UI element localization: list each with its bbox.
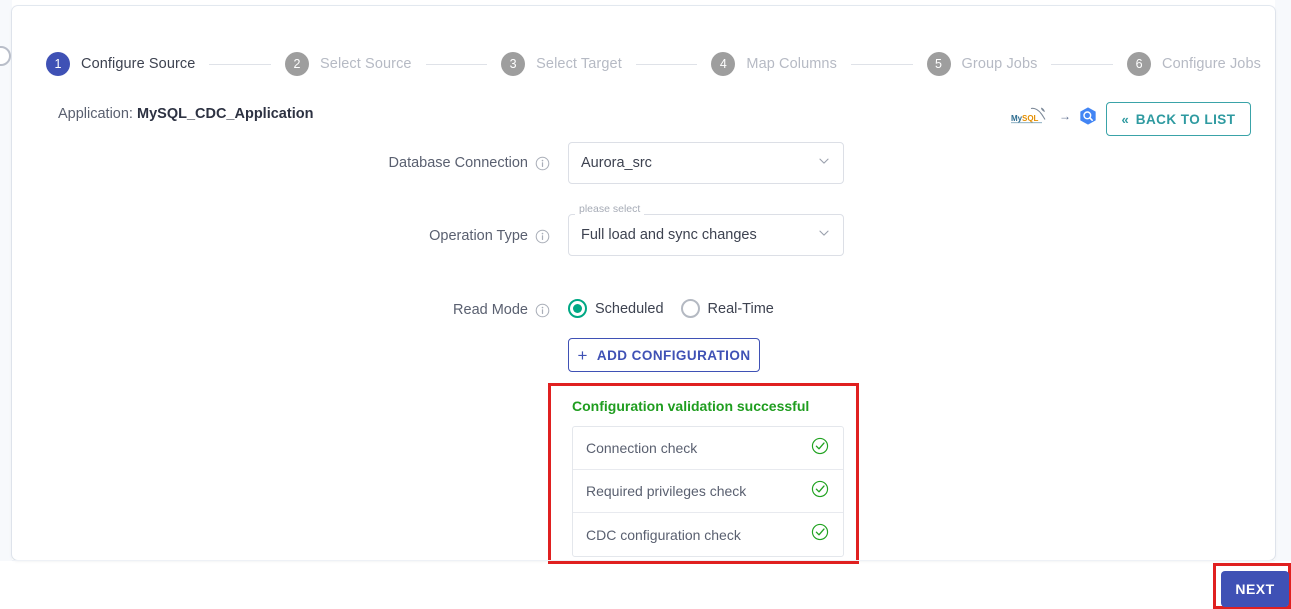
add-configuration-button[interactable]: + ADD CONFIGURATION	[568, 338, 760, 372]
svg-text:SQL: SQL	[1022, 114, 1039, 123]
step-connector-2	[425, 63, 488, 65]
operation-type-select[interactable]: Full load and sync changes	[568, 214, 844, 256]
step-connector-3	[635, 63, 698, 65]
radio-scheduled-label: Scheduled	[595, 300, 664, 317]
application-title: Application: MySQL_CDC_Application	[58, 106, 313, 122]
validation-row-label: Connection check	[586, 440, 698, 456]
step-connector-4	[850, 63, 913, 65]
database-connection-select[interactable]: Aurora_src	[568, 142, 844, 184]
step-number-4: 4	[711, 52, 736, 76]
check-circle-icon	[811, 437, 829, 460]
database-connection-label-group: Database Connection	[370, 153, 550, 173]
app-root: 1 Configure Source 2 Select Source 3 Sel…	[0, 0, 1291, 609]
wizard-stepper: 1 Configure Source 2 Select Source 3 Sel…	[46, 44, 1261, 84]
step-label-3: Select Target	[536, 56, 622, 72]
step-label-2: Select Source	[320, 56, 412, 72]
validation-row: CDC configuration check	[573, 513, 843, 556]
step-number-6: 6	[1127, 52, 1152, 76]
radio-realtime-label: Real-Time	[707, 300, 774, 317]
svg-text:My: My	[1011, 114, 1023, 123]
chevron-down-icon	[817, 226, 831, 245]
read-mode-label: Read Mode	[453, 302, 528, 318]
info-icon[interactable]	[535, 156, 550, 171]
validation-row-label: Required privileges check	[586, 483, 747, 499]
back-to-list-label: BACK TO LIST	[1135, 111, 1236, 127]
radio-scheduled[interactable]: Scheduled	[568, 299, 664, 318]
validation-check-list: Connection check Required privileges che…	[572, 426, 844, 557]
chevron-down-icon	[817, 154, 831, 173]
info-icon[interactable]	[535, 303, 550, 318]
source-target-flow: My SQL →	[1010, 105, 1098, 127]
operation-type-value: Full load and sync changes	[581, 227, 757, 243]
step-select-source[interactable]: 2 Select Source	[285, 52, 412, 76]
validation-row-label: CDC configuration check	[586, 526, 741, 543]
page-left-gutter	[0, 0, 12, 561]
step-configure-jobs[interactable]: 6 Configure Jobs	[1127, 52, 1261, 76]
next-button-highlight: NEXT	[1213, 563, 1291, 609]
radio-realtime-indicator	[680, 299, 700, 318]
step-label-5: Group Jobs	[961, 56, 1038, 72]
radio-realtime[interactable]: Real-Time	[680, 299, 774, 318]
operation-type-label-group: Operation Type	[370, 226, 550, 246]
step-label-6: Configure Jobs	[1162, 56, 1261, 72]
step-number-2: 2	[285, 52, 310, 76]
validation-row: Connection check	[573, 427, 843, 470]
plus-icon: +	[577, 345, 588, 365]
database-connection-value: Aurora_src	[581, 155, 652, 171]
flow-arrow-icon: →	[1059, 109, 1071, 123]
step-connector-5	[1051, 63, 1114, 65]
validation-panel-highlight: Configuration validation successful Conn…	[548, 383, 859, 564]
wizard-card: 1 Configure Source 2 Select Source 3 Sel…	[12, 6, 1275, 564]
operation-type-floating-label: please select	[575, 204, 645, 215]
check-circle-icon	[811, 480, 829, 503]
step-group-jobs[interactable]: 5 Group Jobs	[926, 52, 1038, 76]
page-right-gutter	[1275, 0, 1291, 561]
step-label-1: Configure Source	[81, 56, 196, 72]
application-prefix: Application:	[58, 106, 133, 122]
read-mode-label-group: Read Mode	[370, 300, 550, 320]
step-connector-1	[209, 63, 272, 65]
mysql-logo-icon: My SQL	[1010, 105, 1052, 127]
validation-row: Required privileges check	[573, 470, 843, 513]
validation-title: Configuration validation successful	[572, 398, 810, 414]
step-select-target[interactable]: 3 Select Target	[501, 52, 622, 76]
step-label-4: Map Columns	[746, 56, 837, 72]
next-button[interactable]: NEXT	[1221, 571, 1289, 607]
back-to-list-button[interactable]: « BACK TO LIST	[1106, 102, 1251, 136]
step-map-columns[interactable]: 4 Map Columns	[711, 52, 837, 76]
step-number-5: 5	[926, 52, 951, 76]
bigquery-hex-icon	[1078, 106, 1098, 126]
read-mode-radio-group: Scheduled Real-Time	[568, 299, 774, 318]
application-name: MySQL_CDC_Application	[137, 106, 314, 122]
radio-scheduled-indicator	[568, 299, 587, 318]
info-icon[interactable]	[535, 229, 550, 244]
footer-divider	[12, 560, 1275, 561]
step-number-1: 1	[46, 52, 70, 76]
operation-type-label: Operation Type	[429, 228, 528, 244]
double-chevron-left-icon: «	[1121, 111, 1129, 127]
check-circle-icon	[811, 523, 829, 546]
database-connection-label: Database Connection	[388, 155, 528, 171]
add-configuration-label: ADD CONFIGURATION	[596, 347, 751, 363]
step-configure-source[interactable]: 1 Configure Source	[46, 52, 195, 76]
step-number-3: 3	[501, 52, 526, 76]
